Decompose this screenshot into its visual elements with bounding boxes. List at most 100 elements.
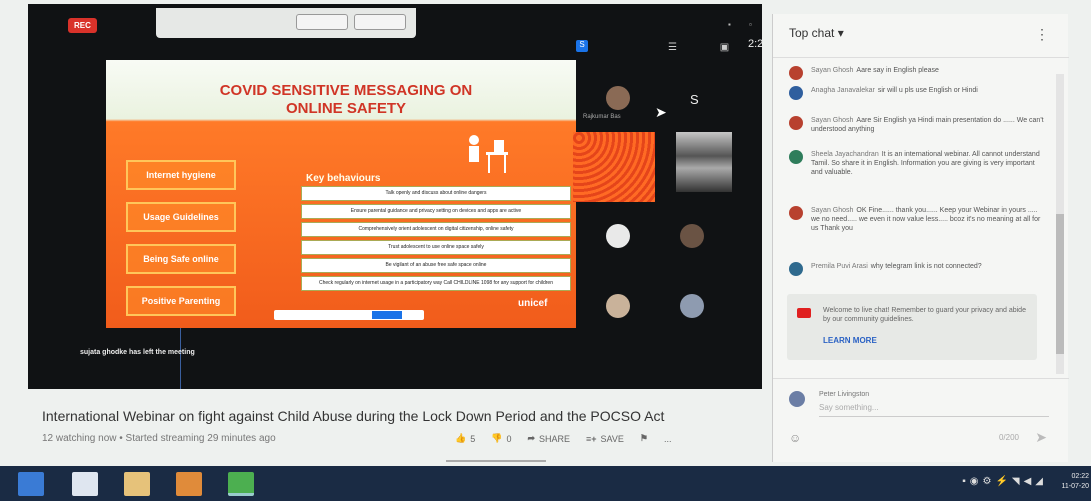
screen: REC ▪ ▫ ✕ S ☰ ▣ 2:22 COVID SENSITIVE MES…: [0, 0, 1091, 501]
chat-input-area: Peter Livingston Say something... ☺ 0/20…: [773, 378, 1069, 462]
chat-author: Anagha Janavalekar: [811, 87, 875, 94]
flag-icon: ⚑: [639, 433, 648, 443]
like-count: 5: [470, 433, 476, 444]
participant-avatar: [606, 294, 630, 318]
chat-author: Sheela Jayachandran: [811, 151, 879, 158]
presenter-name: Rajkumar Bas: [583, 114, 621, 120]
meeting-header: ▪ ▫ ✕ S ☰ ▣ 2:22: [568, 8, 762, 53]
thumbs-up-icon: 👍: [455, 433, 467, 443]
taskbar-clock[interactable]: 02:22 11-07-20: [1061, 472, 1089, 492]
slide-topic-usage-guidelines: Usage Guidelines: [126, 202, 236, 232]
save-label: SAVE: [600, 433, 624, 444]
kebab-menu-icon[interactable]: ⋮: [1035, 26, 1049, 43]
behaviour-item: Trust adolescent to use online space saf…: [301, 240, 571, 255]
video-actions: 👍 5 👎 0 ➦ SHARE ≡+ SAVE ⚑ ...: [455, 433, 671, 444]
participant-initial: S: [690, 92, 699, 107]
emoji-icon[interactable]: ☺: [789, 431, 801, 445]
reading-person-icon: [469, 135, 508, 173]
caret-down-icon: ▾: [837, 26, 844, 40]
chat-author: Sayan Ghosh: [811, 67, 854, 74]
start-button-icon[interactable]: [18, 472, 44, 496]
system-tray[interactable]: ▪◉⚙⚡◥◀◢: [962, 476, 1047, 487]
notice-text: Welcome to live chat! Remember to guard …: [823, 307, 1026, 323]
like-button[interactable]: 👍 5: [455, 433, 475, 444]
share-icon: ➦: [527, 433, 536, 443]
document-app-icon[interactable]: [72, 472, 98, 496]
behaviour-item: Talk openly and discuss about online dan…: [301, 186, 571, 201]
dislike-button[interactable]: 👎 0: [491, 433, 511, 444]
video-meta: 12 watching now • Started streaming 29 m…: [42, 433, 276, 444]
chat-message: Anagha Janavalekar sir will u pls use Eng…: [789, 86, 1045, 100]
chat-author: Sayan Ghosh: [811, 117, 854, 124]
participant-video-tile: [676, 132, 732, 192]
avatar: [789, 150, 803, 164]
media-app-icon[interactable]: [176, 472, 202, 496]
recording-badge: REC: [68, 18, 97, 33]
chrome-icon[interactable]: [228, 472, 254, 496]
participant-avatar: [680, 294, 704, 318]
presentation-slide: COVID SENSITIVE MESSAGING ON ONLINE SAFE…: [106, 60, 576, 328]
char-counter: 0/200: [998, 433, 1019, 442]
chat-message-input[interactable]: Say something...: [819, 403, 1049, 417]
slide-title-line2: ONLINE SAFETY: [285, 100, 406, 117]
participant-video-tile: [573, 132, 655, 202]
stop-sharing-button[interactable]: [372, 311, 402, 319]
thumbs-down-icon: 👎: [491, 433, 503, 443]
slide-topic-being-safe-online: Being Safe online: [126, 244, 236, 274]
avatar: [789, 206, 803, 220]
key-behaviours-label: Key behaviours: [306, 173, 381, 184]
slide-topic-internet-hygiene: Internet hygiene: [126, 160, 236, 190]
taskbar-time: 02:22: [1071, 473, 1089, 480]
avatar: [789, 262, 803, 276]
video-player[interactable]: REC ▪ ▫ ✕ S ☰ ▣ 2:22 COVID SENSITIVE MES…: [28, 4, 762, 389]
chat-mode-dropdown[interactable]: Top chat ▾: [789, 26, 844, 40]
flag-button[interactable]: ⚑: [640, 433, 648, 444]
chat-text: Aare say in English please: [856, 67, 939, 74]
taskbar: ▪◉⚙⚡◥◀◢ 02:22 11-07-20: [0, 466, 1091, 501]
learn-more-link[interactable]: LEARN MORE: [823, 336, 877, 345]
avatar: [789, 66, 803, 80]
behaviour-item: Comprehensively orient adolescent on dig…: [301, 222, 571, 237]
share-label: SHARE: [539, 433, 571, 444]
toolbar-button[interactable]: [296, 14, 348, 30]
more-button[interactable]: ...: [664, 434, 672, 444]
toolbar-button[interactable]: [354, 14, 406, 30]
chat-author: Premila Puvi Arasi: [811, 263, 868, 270]
participant-avatar: [606, 224, 630, 248]
avatar: [789, 86, 803, 100]
behaviour-item: Ensure parental guidance and privacy set…: [301, 204, 571, 219]
taskbar-date: 11-07-20: [1061, 483, 1089, 490]
file-explorer-icon[interactable]: [124, 472, 150, 496]
unicef-logo: unicef: [518, 298, 548, 309]
meeting-clock: 2:22: [748, 38, 762, 50]
share-button[interactable]: ➦ SHARE: [527, 433, 570, 444]
dislike-count: 0: [506, 433, 512, 444]
window-controls[interactable]: ▪ ▫ ✕: [728, 20, 762, 29]
chat-welcome-notice: Welcome to live chat! Remember to guard …: [787, 294, 1037, 360]
like-ratio-bar: [446, 460, 546, 462]
chat-scrollbar[interactable]: [1056, 74, 1064, 374]
live-chat-panel: Top chat ▾ ⋮ Sayan Ghosh Aare say in Engl…: [772, 14, 1069, 462]
meeting-icons[interactable]: ☰ ▣: [668, 42, 749, 53]
chat-message: Sayan Ghosh OK Fine...... thank you......…: [789, 206, 1045, 233]
scrollbar-thumb[interactable]: [1056, 214, 1064, 354]
chat-text: why telegram link is not connected?: [870, 263, 982, 270]
chat-message: Premila Puvi Arasi why telegram link is n…: [789, 262, 1045, 276]
screen-share-bar[interactable]: [274, 310, 424, 320]
behaviour-item: Check regularly on internet usage in a p…: [301, 276, 571, 291]
meeting-toolbar-stub: [156, 8, 416, 38]
send-icon[interactable]: ➤: [1035, 429, 1047, 446]
behaviour-list: Talk openly and discuss about online dan…: [301, 186, 571, 294]
chat-author: Sayan Ghosh: [811, 207, 854, 214]
video-title: International Webinar on fight against C…: [42, 408, 665, 424]
slide-title-line1: COVID SENSITIVE MESSAGING ON: [219, 82, 473, 99]
chat-text: sir will u pls use English or Hindi: [877, 87, 978, 94]
save-button[interactable]: ≡+ SAVE: [586, 434, 624, 444]
chat-header: Top chat ▾ ⋮: [773, 14, 1069, 58]
mouse-cursor-icon: ➤: [655, 104, 667, 120]
chat-message: Sheela Jayachandran It is an internationa…: [789, 150, 1045, 177]
input-username: Peter Livingston: [819, 391, 870, 398]
chat-message: Sayan Ghosh Aare Sir English ya Hindi mai…: [789, 116, 1045, 134]
slide-title: COVID SENSITIVE MESSAGING ON ONLINE SAFE…: [166, 82, 526, 118]
leave-notification: sujata ghodke has left the meeting: [80, 349, 195, 356]
